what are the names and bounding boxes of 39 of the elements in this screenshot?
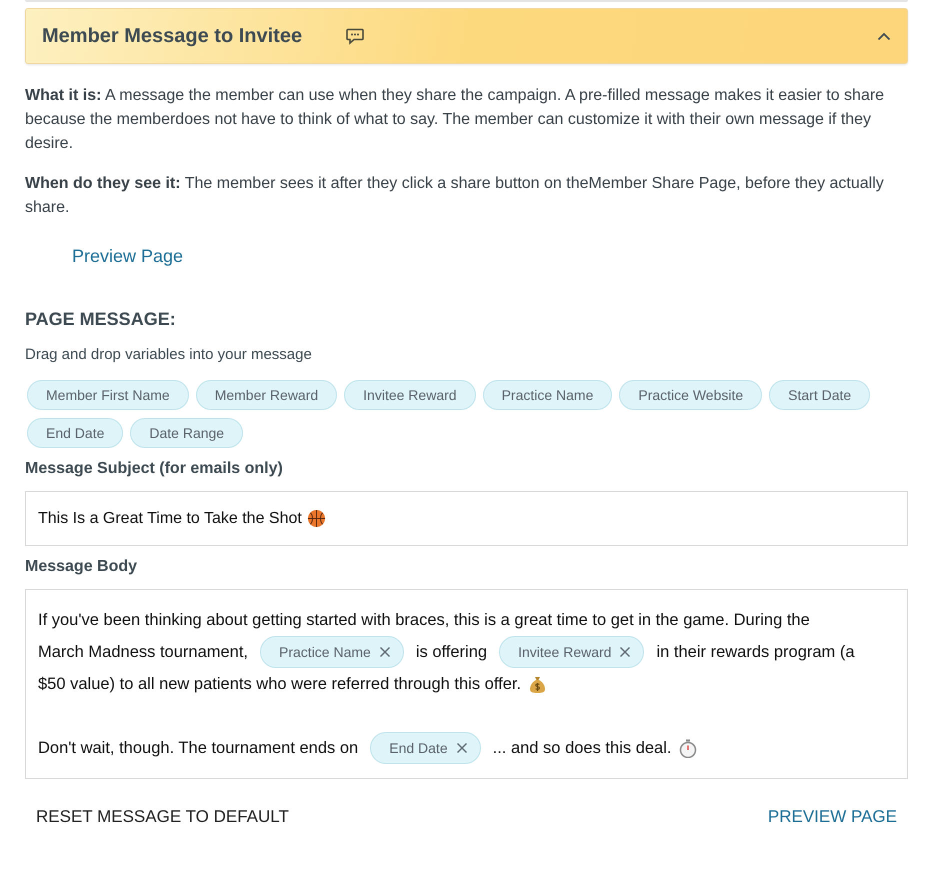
chevron-icon[interactable]: [877, 32, 891, 40]
reset-button[interactable]: RESET MESSAGE TO DEFAULT: [25, 803, 300, 831]
subject-field[interactable]: This Is a Great Time to Take the Shot: [25, 491, 908, 546]
close-icon[interactable]: [619, 646, 632, 658]
section-heading: PAGE MESSAGE:: [25, 309, 177, 330]
preview-button[interactable]: PREVIEW PAGE: [756, 803, 908, 831]
money-bag-icon: [529, 674, 546, 694]
section-header[interactable]: Member Message to Invitee: [25, 8, 908, 64]
info-paragraph: When do they see it: The member sees it after they click a share button on theMember Share Page, before they actually share.: [25, 174, 885, 218]
message-text: Don't wait, though. The tournament ends on: [38, 738, 358, 758]
variable-chip[interactable]: Member Reward: [196, 380, 338, 410]
variable-token[interactable]: Invitee Reward: [499, 636, 644, 668]
basketball-icon: [306, 509, 326, 528]
stopwatch-icon: [679, 738, 698, 758]
variable-chip[interactable]: Practice Website: [619, 380, 762, 410]
variable-chip[interactable]: End Date: [27, 418, 124, 448]
variable-token[interactable]: Practice Name: [260, 636, 404, 668]
variable-token[interactable]: End Date: [370, 732, 481, 764]
message-text: March Madness tournament,: [38, 642, 248, 662]
field-label: Message Body: [25, 558, 138, 576]
message-text: is offering: [416, 642, 488, 662]
message-text: $50 value) to all new patients who were referred through this offer.: [38, 674, 522, 694]
variable-chip[interactable]: Date Range: [130, 418, 244, 448]
preview-link[interactable]: Preview Page: [72, 246, 184, 267]
info-paragraph: What it is: A message the member can use when they share the campaign. A pre-filled message makes it easier to share because the memberdoes not have to think of what to say. The member can customize it with their own message if they desire.: [25, 86, 886, 154]
close-icon[interactable]: [378, 646, 391, 658]
hint-text: Drag and drop variables into your message: [25, 346, 313, 363]
message-body-field[interactable]: [25, 589, 908, 779]
chat-bubble-icon: [346, 28, 364, 44]
section-title: Member Message to Invitee: [42, 24, 302, 48]
field-label: Message Subject (for emails only): [25, 460, 284, 478]
variable-chip[interactable]: Practice Name: [482, 380, 612, 410]
variable-chip[interactable]: Start Date: [769, 380, 870, 410]
variable-chip[interactable]: Invitee Reward: [344, 380, 476, 410]
message-text: If you've been thinking about getting started with braces, this is a great time to get in the game. During the: [38, 610, 810, 630]
close-icon[interactable]: [456, 742, 468, 754]
message-text: in their rewards program (a: [656, 642, 855, 662]
message-text: ... and so does this deal.: [492, 738, 672, 758]
variable-chip[interactable]: Member First Name: [27, 380, 189, 410]
